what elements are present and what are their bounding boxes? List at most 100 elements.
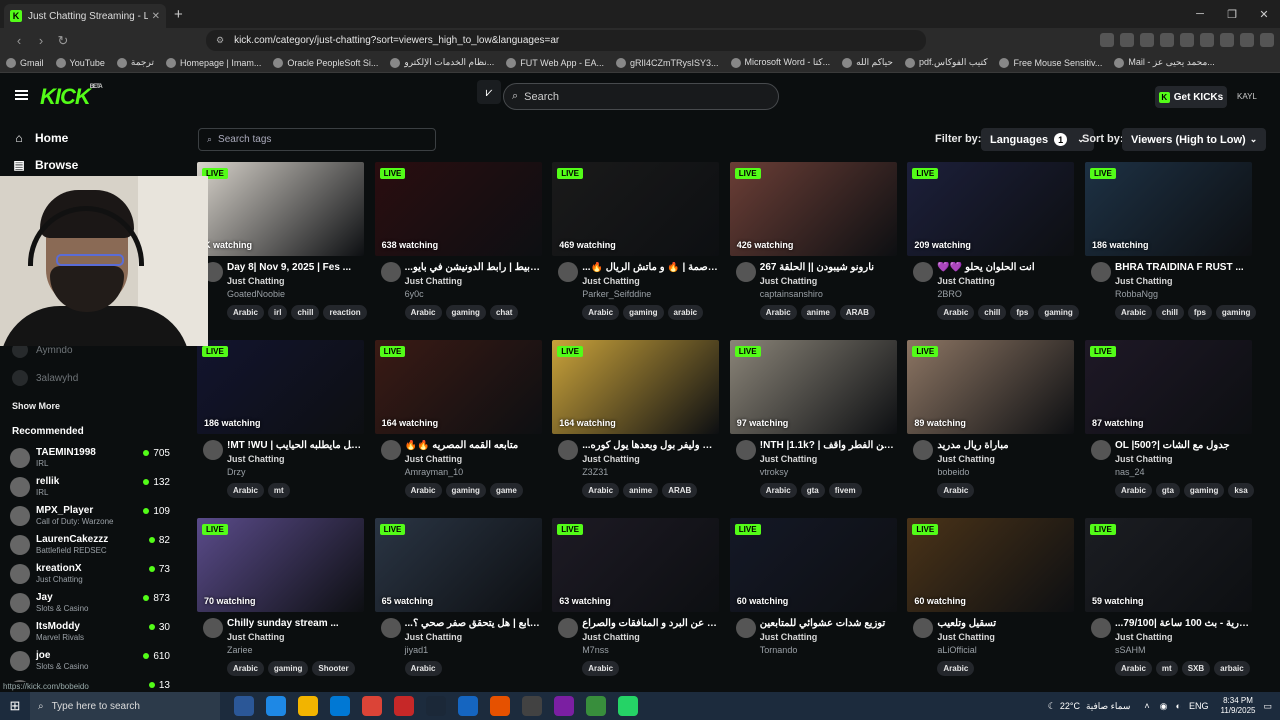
outlook-icon[interactable] [330,696,350,716]
avatar[interactable] [203,618,223,638]
tag-chip[interactable]: fps [1187,305,1212,320]
minimize-icon[interactable]: ─ [1184,0,1216,28]
stream-category[interactable]: Just Chatting [1115,454,1173,464]
stream-category[interactable]: Just Chatting [582,632,640,642]
sidebar-item-home[interactable]: ⌂ Home [12,131,68,145]
tag-chip[interactable]: mt [267,483,290,498]
sidebar-item-browse[interactable]: ▤ Browse [12,158,78,172]
bookmark-item[interactable]: gRlI4CZmTRysISY3... [615,57,719,68]
tag-chip[interactable]: game [489,483,523,498]
stream-thumbnail[interactable]: LIVE 164 watching [552,340,720,434]
stream-card[interactable]: LIVE 63 watching يتسولف عن البرد و المنافق… [552,518,720,688]
avatar[interactable] [913,618,934,638]
stream-category[interactable]: Just Chatting [937,454,995,464]
show-more-button[interactable]: Show More [12,401,60,411]
taskbar-search[interactable]: ⌕ Type here to search [30,692,220,720]
recommended-channel[interactable]: LaurenCakezzz Battlefield REDSEC 82 [10,533,170,561]
stream-card[interactable]: LIVE 60 watching تسقيل وتلعيب Just Chatting… [907,518,1075,688]
new-tab-button[interactable]: + [174,6,183,23]
extension-icon[interactable] [1120,33,1134,47]
app-icon[interactable] [522,696,542,716]
language-indicator[interactable]: ENG [1189,701,1209,711]
streamer-name[interactable]: captainsanshiro [760,289,823,299]
streamer-name[interactable]: RobbaNgg [1115,289,1158,299]
app-icon[interactable] [458,696,478,716]
recommended-channel[interactable]: TAEMIN1998 IRL 705 [10,446,170,474]
avatar[interactable] [913,262,934,282]
stream-title[interactable]: Chilly sunday stream ... [227,618,363,629]
stream-thumbnail[interactable]: LIVE 60 watching [729,518,897,612]
bookmark-item[interactable]: YouTube [55,57,105,68]
stream-card[interactable]: LIVE 164 watching 🔥🔥 متابعه القمه المصريه J… [374,340,543,510]
bookmark-item[interactable]: FUT Web App - EA... [506,57,604,68]
extension-icon[interactable] [1140,33,1154,47]
pdf-icon[interactable] [394,696,414,716]
stream-category[interactable]: Just Chatting [227,276,285,286]
recommended-channel[interactable]: ItsModdy Marvel Rivals 30 [10,620,170,648]
kick-app-icon[interactable]: ⩗ [477,80,501,104]
stream-card[interactable]: LIVE 469 watching ...🔥 ربي العاصمة | 🔥 و م… [552,162,720,332]
stream-card[interactable]: LIVE K watching Day 8| Nov 9, 2025 | Fes .… [197,162,367,332]
tag-chip[interactable]: Arabic [759,483,797,498]
streamer-name[interactable]: sSAHM [1115,645,1146,655]
tab-close-icon[interactable]: ✕ [152,11,160,22]
search-input[interactable]: ⌕ Search [503,83,779,110]
sort-dropdown[interactable]: Viewers (High to Low) ⌄ [1122,128,1267,151]
bookmark-item[interactable]: ترجمة [116,57,154,68]
tag-chip[interactable]: fps [1010,305,1035,320]
stream-card[interactable]: LIVE 164 watching ...مبارة الستي وليفر بول… [552,340,720,510]
get-kicks-button[interactable]: K Get KICKs [1155,86,1227,108]
chrome-icon[interactable] [586,696,606,716]
extension-icon[interactable] [1220,33,1234,47]
streamer-name[interactable]: 2BRO [937,289,962,299]
avatar[interactable] [380,618,401,638]
avatar[interactable] [558,618,579,638]
stream-title[interactable]: 🔥🔥 متابعه القمه المصريه [405,440,541,451]
stream-thumbnail[interactable]: LIVE 97 watching [729,340,897,434]
tag-chip[interactable]: Arabic [227,483,264,498]
tag-chip[interactable]: chat [489,305,519,320]
windows-start-icon[interactable]: ⊞ [0,698,30,714]
stream-category[interactable]: Just Chatting [760,632,818,642]
weather-temp[interactable]: 22°C [1060,701,1080,711]
streamer-name[interactable]: 6y0c [405,289,424,299]
stream-category[interactable]: Just Chatting [582,454,640,464]
streamer-name[interactable]: nas_24 [1115,467,1145,477]
notification-icon[interactable]: ▭ [1263,701,1272,712]
tag-search-input[interactable]: ⌕ Search tags [198,128,436,151]
tag-chip[interactable]: Arabic [227,305,264,320]
tag-chip[interactable]: gaming [1215,305,1257,320]
tag-chip[interactable]: gaming [623,305,664,320]
tag-chip[interactable]: gta [800,483,825,498]
stream-card[interactable]: LIVE 87 watching OL |500?| جدول مع الشات Ju… [1085,340,1254,510]
avatar[interactable] [558,440,579,460]
stream-category[interactable]: Just Chatting [227,454,285,464]
tag-chip[interactable]: ARAB [662,483,698,498]
tray-chevron-icon[interactable]: ˄ [1144,701,1149,711]
tag-chip[interactable]: ksa [1228,483,1254,498]
kick-logo[interactable]: KICKBETA [40,84,103,110]
site-info-icon[interactable]: ⚙ [216,35,224,46]
avatar[interactable] [558,262,579,282]
stream-card[interactable]: LIVE 70 watching Chilly sunday stream ... J… [197,518,365,688]
recommended-channel[interactable]: Jay Slots & Casino 873 [10,591,170,619]
bookmark-item[interactable]: حياكم الله [842,57,893,68]
tag-chip[interactable]: chill [291,305,320,320]
tag-chip[interactable]: gta [1155,483,1180,498]
recommended-channel[interactable]: kreationX Just Chatting 73 [10,562,170,590]
avatar[interactable] [380,440,401,460]
tag-chip[interactable]: gaming [267,661,309,676]
followed-channel[interactable]: 3alawyhd [12,370,78,386]
stream-thumbnail[interactable]: LIVE 70 watching [197,518,364,612]
tag-chip[interactable]: Arabic [404,483,442,498]
tag-chip[interactable]: Arabic [1115,305,1152,320]
menu-icon[interactable] [1260,33,1274,47]
tag-chip[interactable]: Arabic [937,661,975,676]
tag-chip[interactable]: Arabic [759,305,797,320]
streamer-name[interactable]: Tornando [760,645,798,655]
tag-chip[interactable]: Arabic [1115,483,1152,498]
tag-chip[interactable]: irl [267,305,288,320]
streamer-name[interactable]: Z3Z31 [582,467,608,477]
stream-title[interactable]: OL |500?| جدول مع الشات [1115,440,1251,451]
streamer-name[interactable]: vtroksy [760,467,789,477]
